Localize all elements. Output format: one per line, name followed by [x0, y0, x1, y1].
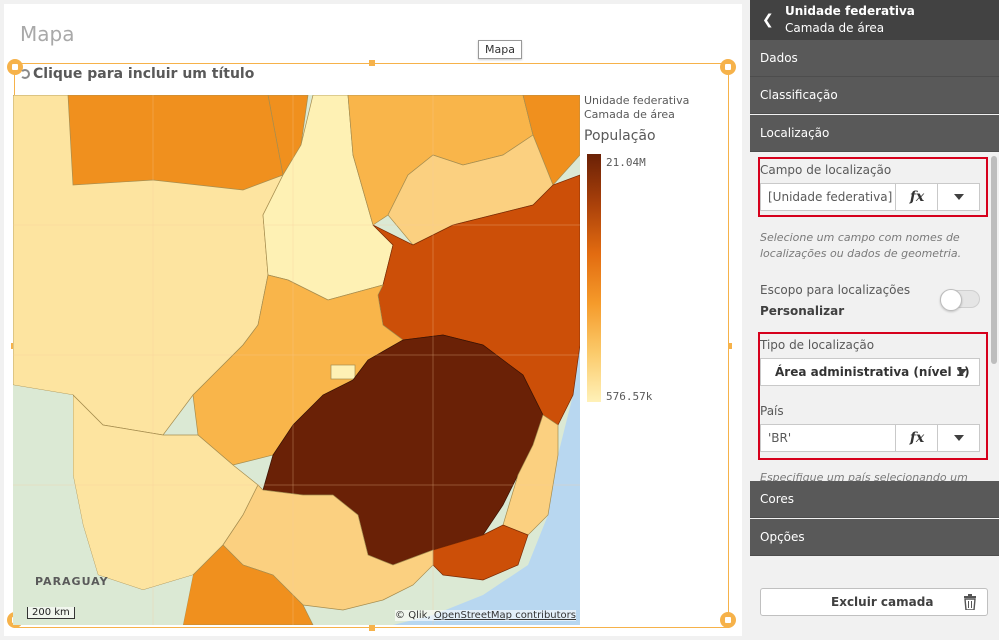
legend-layer-type: Camada de área: [584, 108, 675, 121]
map-svg: [13, 95, 580, 625]
panel-header-title: Unidade federativa: [785, 4, 915, 18]
section-classificacao[interactable]: Classificação: [750, 77, 999, 114]
scope-toggle[interactable]: [940, 289, 980, 311]
object-title-text: Clique para incluir um título: [33, 66, 255, 82]
scope-value: Personalizar: [760, 304, 845, 318]
country-label-field: País: [760, 404, 784, 418]
loading-icon: [20, 69, 30, 79]
location-type-dropdown-icon[interactable]: [947, 359, 979, 385]
legend-title: População: [584, 128, 656, 144]
trash-icon: [964, 594, 976, 610]
country-input[interactable]: 'BR' fx: [760, 424, 980, 452]
section-opcoes[interactable]: Opções: [750, 519, 999, 556]
country-fx-button[interactable]: fx: [895, 425, 938, 451]
object-title[interactable]: Clique para incluir um título: [20, 66, 254, 82]
credit-prefix: © Qlik,: [395, 610, 431, 621]
country-value: 'BR': [768, 431, 792, 445]
properties-panel: ❮ Unidade federativa Camada de área Dado…: [750, 0, 999, 640]
location-field-value: [Unidade federativa]: [768, 190, 893, 204]
country-dropdown-icon[interactable]: [937, 425, 979, 451]
resize-handle-bottom[interactable]: [369, 625, 375, 631]
panel-scrollbar[interactable]: [991, 156, 997, 364]
region-para-south: [67, 95, 284, 191]
legend-color-bar: [587, 154, 601, 402]
map-legend: Unidade federativa Camada de área Popula…: [584, 94, 728, 414]
scale-bar: 200 km: [27, 607, 75, 619]
panel-header: ❮ Unidade federativa Camada de área: [750, 0, 999, 40]
delete-layer-button[interactable]: Excluir camada: [760, 588, 988, 616]
location-type-value: Área administrativa (nível 1): [775, 365, 970, 379]
object-tooltip: Mapa: [478, 40, 522, 59]
map-credit: © Qlik, OpenStreetMap contributors: [395, 610, 576, 621]
sheet-title: Mapa: [20, 22, 75, 46]
location-type-label: Tipo de localização: [760, 338, 875, 352]
back-chevron-icon[interactable]: ❮: [762, 12, 774, 28]
choropleth-map[interactable]: PARAGUAY 200 km © Qlik, OpenStreetMap co…: [13, 95, 580, 625]
scope-label: Escopo para localizações: [760, 283, 911, 297]
section-cores[interactable]: Cores: [750, 481, 999, 518]
delete-layer-label: Excluir camada: [831, 595, 934, 609]
location-field-hint: Selecione um campo com nomes de localiza…: [760, 231, 962, 260]
location-type-select[interactable]: Área administrativa (nível 1): [760, 358, 980, 386]
resize-handle-bottom-right[interactable]: [720, 612, 736, 628]
legend-min-label: 576.57k: [606, 390, 653, 403]
region-df: [330, 364, 356, 380]
legend-max-label: 21.04M: [606, 156, 646, 169]
app-root: Mapa Mapa Clique para incluir um título: [0, 0, 999, 640]
resize-handle-top[interactable]: [369, 60, 375, 66]
panel-header-subtitle: Camada de área: [785, 21, 885, 35]
location-field-fx-button[interactable]: fx: [895, 184, 938, 210]
credit-link[interactable]: OpenStreetMap contributors: [434, 610, 576, 621]
location-field-input[interactable]: [Unidade federativa] fx: [760, 183, 980, 211]
section-localizacao[interactable]: Localização: [750, 115, 999, 152]
section-dados[interactable]: Dados: [750, 40, 999, 77]
legend-layer-name: Unidade federativa: [584, 94, 690, 107]
location-field-dropdown-icon[interactable]: [937, 184, 979, 210]
country-label: PARAGUAY: [35, 575, 109, 588]
country-hint: Especifique um país selecionando um: [760, 471, 968, 481]
location-field-label: Campo de localização: [760, 163, 892, 177]
resize-handle-top-right[interactable]: [720, 59, 736, 75]
